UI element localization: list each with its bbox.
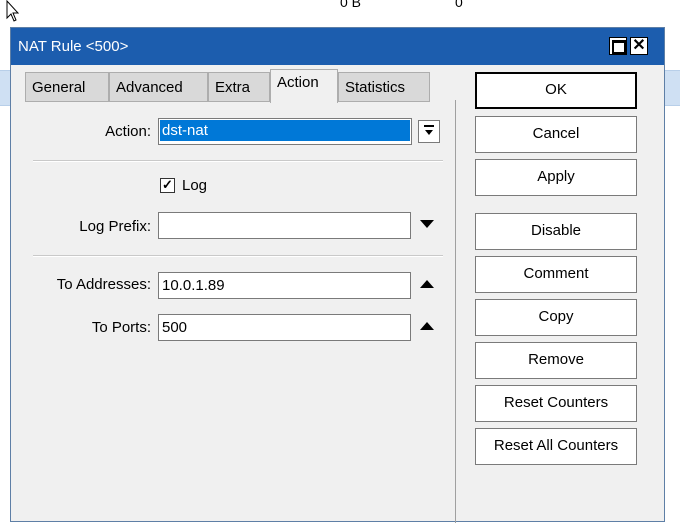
log-label: Log — [182, 177, 208, 194]
chevron-down-icon — [424, 125, 434, 135]
expand-down-icon[interactable] — [420, 220, 434, 228]
background-cell-count: 0 — [455, 0, 463, 10]
collapse-up-icon[interactable] — [420, 322, 434, 330]
nat-rule-dialog: NAT Rule <500> ✕ General Advanced Extra … — [10, 27, 665, 523]
vertical-separator — [455, 100, 456, 523]
to-addresses-input[interactable]: 10.0.1.89 — [158, 272, 411, 299]
log-checkbox[interactable]: ✓ — [160, 178, 175, 193]
action-select[interactable]: dst-nat — [158, 118, 412, 145]
background-row-highlight-right — [665, 70, 680, 106]
mouse-cursor-icon — [6, 0, 20, 22]
divider-1 — [33, 160, 443, 162]
reset-all-counters-button[interactable]: Reset All Counters — [475, 428, 637, 465]
copy-button[interactable]: Copy — [475, 299, 637, 336]
log-prefix-input[interactable] — [158, 212, 411, 239]
to-addresses-label: To Addresses: — [56, 276, 151, 293]
reset-counters-button[interactable]: Reset Counters — [475, 385, 637, 422]
close-icon[interactable]: ✕ — [630, 37, 648, 55]
disable-button[interactable]: Disable — [475, 213, 637, 250]
action-value: dst-nat — [160, 120, 410, 141]
comment-button[interactable]: Comment — [475, 256, 637, 293]
action-dropdown-button[interactable] — [418, 120, 440, 143]
apply-button[interactable]: Apply — [475, 159, 637, 196]
collapse-up-icon[interactable] — [420, 280, 434, 288]
ok-button[interactable]: OK — [475, 72, 637, 109]
background-cell-bytes: 0 B — [340, 0, 362, 10]
cancel-button[interactable]: Cancel — [475, 116, 637, 153]
background-list: 0 B 0 — [0, 0, 680, 27]
remove-button[interactable]: Remove — [475, 342, 637, 379]
action-panel: Action: dst-nat ✓ Log Log Prefix: To Add… — [11, 28, 451, 523]
to-ports-input[interactable]: 500 — [158, 314, 411, 341]
log-prefix-label: Log Prefix: — [79, 218, 151, 235]
background-row-highlight — [0, 70, 10, 106]
action-label: Action: — [105, 123, 151, 140]
tab-action[interactable]: Action — [270, 69, 338, 103]
to-ports-label: To Ports: — [91, 319, 151, 336]
maximize-icon[interactable] — [609, 37, 627, 55]
divider-2 — [33, 255, 443, 257]
